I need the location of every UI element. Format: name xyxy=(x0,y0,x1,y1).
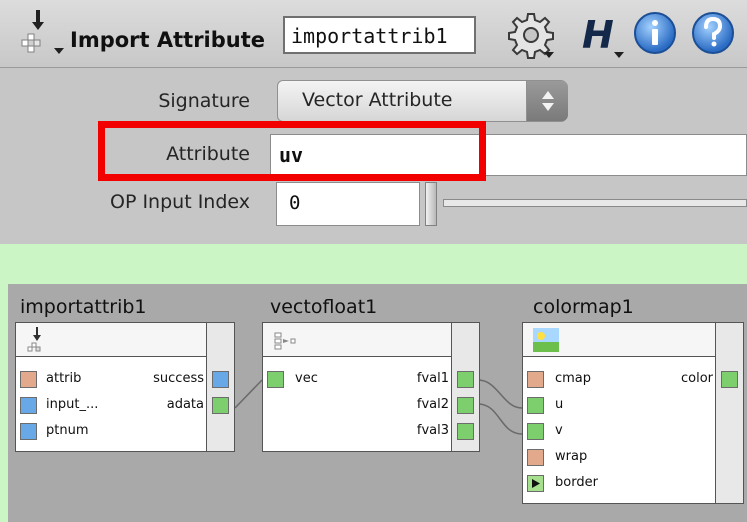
port-attrib[interactable] xyxy=(20,371,37,388)
port-u[interactable] xyxy=(527,397,544,414)
port-success[interactable] xyxy=(212,371,229,388)
port-border[interactable] xyxy=(527,475,544,492)
colormap-node-icon xyxy=(533,328,559,352)
port-label-cmap: cmap xyxy=(555,371,592,386)
vectofloat1-node[interactable]: vec fval1 fval2 fval3 xyxy=(262,322,480,452)
port-wrap[interactable] xyxy=(527,449,544,466)
network-editor[interactable]: importattrib1 attrib input_... ptnum suc… xyxy=(8,284,747,522)
slider-track[interactable] xyxy=(443,199,747,207)
signature-menu[interactable]: Vector Attribute xyxy=(277,80,568,122)
node-title-vectofloat1[interactable]: vectofloat1 xyxy=(270,296,377,318)
highlight-box xyxy=(98,121,486,181)
wire-fval1-u xyxy=(477,379,523,409)
node-name-field[interactable]: importattrib1 xyxy=(283,16,476,54)
houdini-h-icon[interactable]: H xyxy=(578,10,624,58)
port-v[interactable] xyxy=(527,423,544,440)
houdini-h-letter: H xyxy=(582,13,614,57)
node-title-colormap1[interactable]: colormap1 xyxy=(533,296,634,318)
op-input-index-field[interactable]: 0 xyxy=(276,182,420,226)
parameter-header: Import Attribute importattrib1 H xyxy=(0,0,747,68)
colormap1-node[interactable]: cmap u v wrap border color xyxy=(522,322,744,504)
parameter-panel: Import Attribute importattrib1 H Signatu… xyxy=(0,0,747,244)
port-label-vec: vec xyxy=(295,371,318,386)
importattrib1-header xyxy=(16,323,207,357)
port-label-adata: adata xyxy=(166,397,204,412)
updown-arrows-icon xyxy=(526,81,568,121)
vectofloat1-header xyxy=(263,323,452,357)
port-label-color: color xyxy=(680,371,713,386)
port-label-success: success xyxy=(153,371,204,386)
node-type-label: Import Attribute xyxy=(70,28,266,52)
colormap1-header xyxy=(523,323,716,357)
colormap1-side xyxy=(715,323,743,503)
port-input[interactable] xyxy=(20,397,37,414)
port-label-border: border xyxy=(555,475,598,490)
port-label-wrap: wrap xyxy=(555,449,588,464)
port-label-ptnum: ptnum xyxy=(46,423,89,438)
port-label-input: input_... xyxy=(46,397,99,412)
port-cmap[interactable] xyxy=(527,371,544,388)
info-icon[interactable] xyxy=(632,10,676,54)
port-label-u: u xyxy=(555,397,564,412)
play-arrow-icon xyxy=(532,479,540,488)
port-ptnum[interactable] xyxy=(20,423,37,440)
port-color[interactable] xyxy=(721,371,738,388)
help-icon[interactable] xyxy=(690,10,734,54)
port-vec[interactable] xyxy=(267,371,284,388)
vectofloat-node-icon xyxy=(274,332,296,350)
port-label-attrib: attrib xyxy=(46,371,82,386)
op-input-index-value: 0 xyxy=(289,192,301,214)
import-node-icon xyxy=(27,327,41,352)
port-label-v: v xyxy=(555,423,563,438)
wire-fval2-v xyxy=(477,403,523,435)
import-node-icon[interactable] xyxy=(14,6,66,58)
port-label-fval3: fval3 xyxy=(416,423,449,438)
signature-value: Vector Attribute xyxy=(302,89,453,111)
port-fval2[interactable] xyxy=(457,397,474,414)
wire-adata-vec xyxy=(234,379,263,409)
op-input-index-label: OP Input Index xyxy=(110,191,250,213)
node-title-importattrib1[interactable]: importattrib1 xyxy=(20,296,147,318)
gear-icon[interactable] xyxy=(506,10,554,59)
port-fval3[interactable] xyxy=(457,423,474,440)
signature-label: Signature xyxy=(158,90,250,112)
port-adata[interactable] xyxy=(212,397,229,414)
slider-handle[interactable] xyxy=(425,182,437,226)
port-label-fval2: fval2 xyxy=(416,397,449,412)
importattrib1-node[interactable]: attrib input_... ptnum success adata xyxy=(15,322,235,452)
port-fval1[interactable] xyxy=(457,371,474,388)
port-label-fval1: fval1 xyxy=(416,371,449,386)
